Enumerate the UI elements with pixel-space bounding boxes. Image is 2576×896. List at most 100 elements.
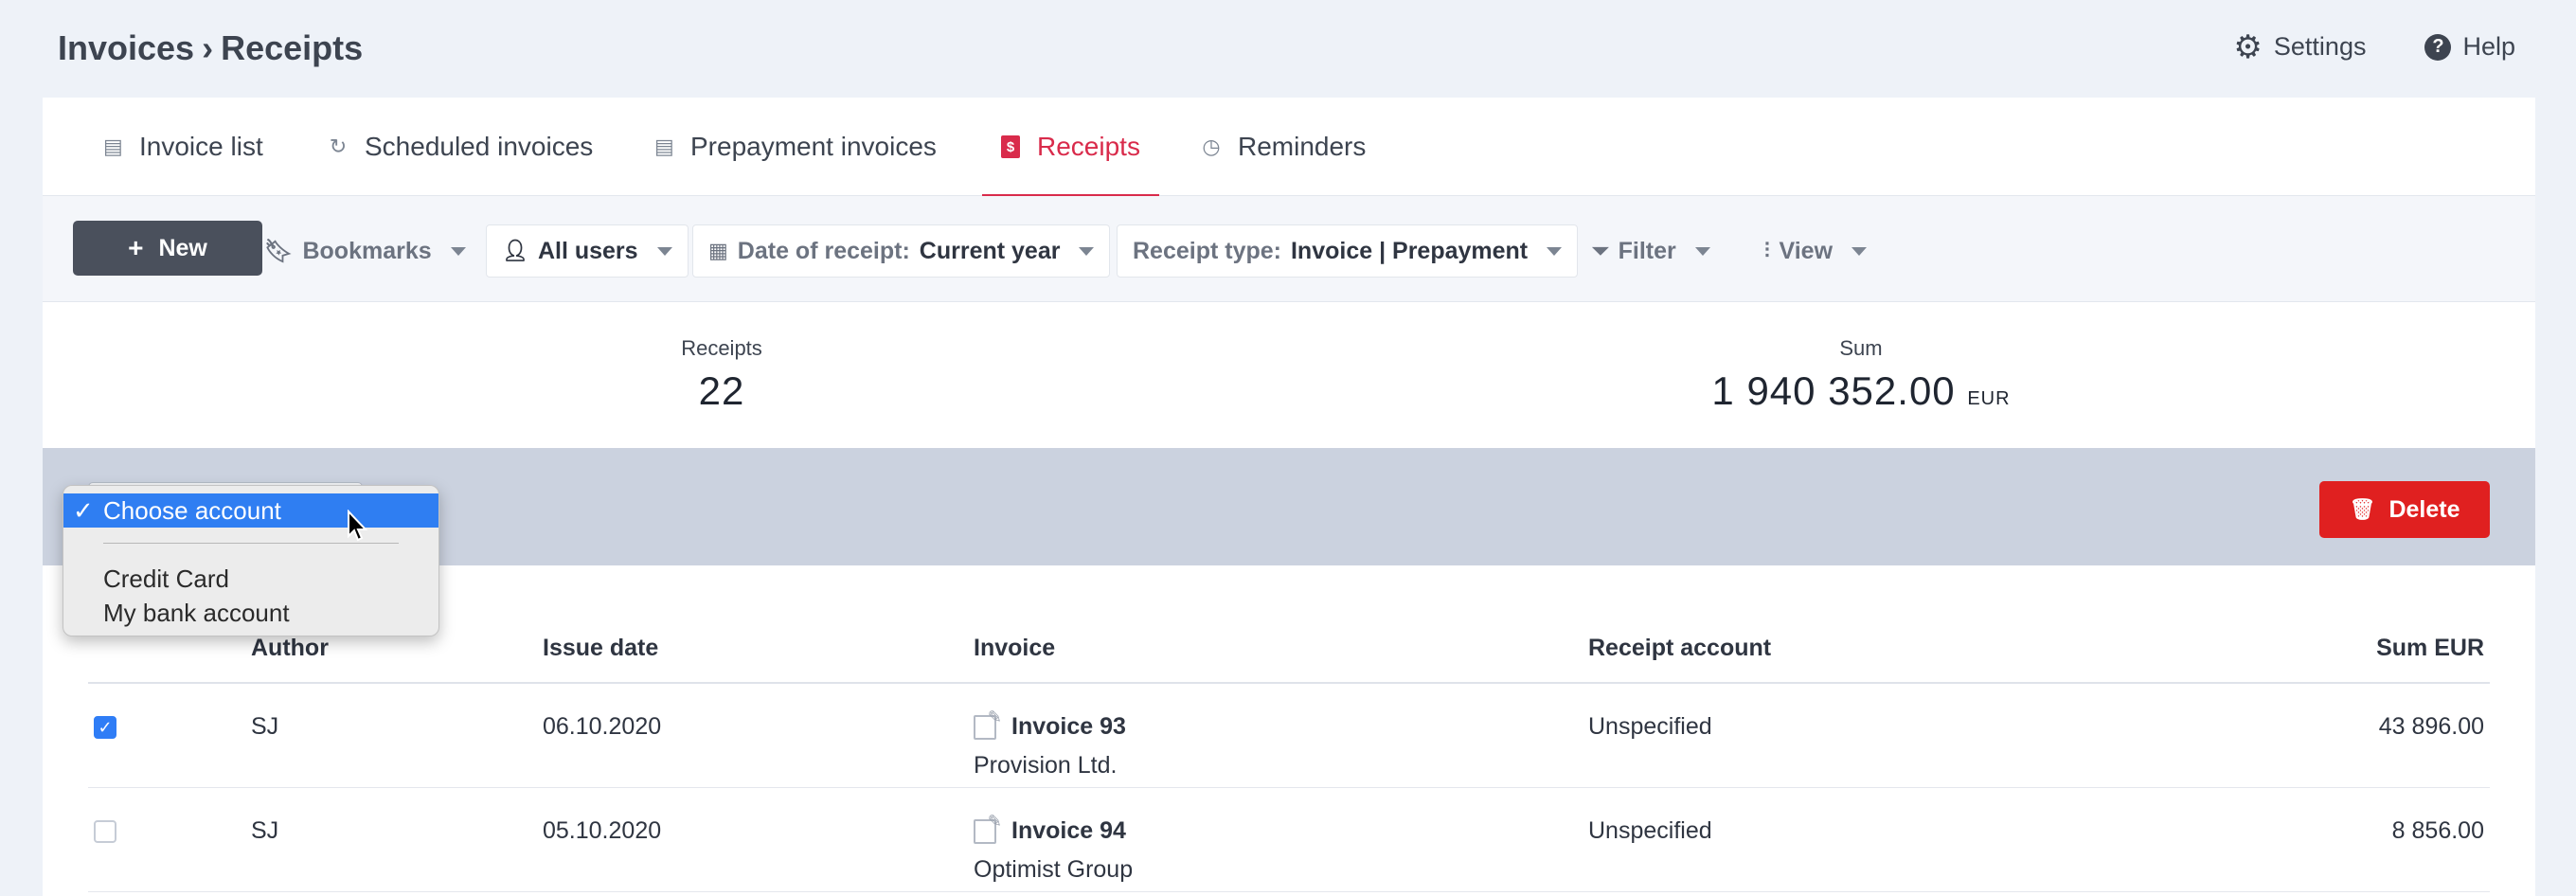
tab-label: Scheduled invoices — [365, 132, 594, 161]
cell-receipt-account: Unspecified — [1588, 817, 1712, 844]
breadcrumb-receipts: Receipts — [221, 28, 364, 67]
cell-invoice: Invoice 94 Optimist Group — [974, 812, 1133, 884]
calendar-icon: ▦ — [708, 239, 728, 262]
new-button[interactable]: + New — [73, 221, 262, 276]
receipts-count-stat: Receipts 22 — [636, 336, 807, 414]
chevron-down-icon — [450, 246, 466, 256]
users-dropdown[interactable]: 👤︎ All users — [486, 224, 689, 278]
sum-unit: EUR — [1967, 388, 2011, 409]
option-choose-account[interactable]: ✓ Choose account — [63, 493, 438, 528]
receipts-count-label: Receipts — [681, 336, 762, 360]
option-my-bank-account[interactable]: My bank account — [63, 596, 438, 630]
delete-button[interactable]: 🗑︎ Delete — [2319, 481, 2490, 538]
new-label: New — [158, 234, 207, 261]
cell-sum: 43 896.00 — [2378, 713, 2484, 740]
top-actions: ⚙ Settings ? Help — [2233, 28, 2515, 65]
row-checkbox[interactable] — [94, 820, 116, 843]
option-label: My bank account — [103, 598, 290, 627]
cell-receipt-account: Unspecified — [1588, 713, 1712, 740]
plus-icon: + — [128, 233, 144, 262]
cell-issue-date: 05.10.2020 — [543, 817, 662, 844]
invoice-list-icon: ▤ — [654, 134, 674, 158]
account-select-popup: ✓ Choose account Credit Card My bank acc… — [63, 485, 439, 636]
table-row[interactable]: ✓ SJ 06.10.2020 Invoice 93 Provision Ltd… — [88, 684, 2490, 788]
user-icon: 👤︎ — [502, 239, 528, 262]
bookmarks-dropdown[interactable]: 🔖︎ Bookmarks — [264, 224, 466, 278]
cell-author: SJ — [251, 713, 279, 740]
option-label: Credit Card — [103, 564, 229, 593]
help-button[interactable]: ? Help — [2424, 32, 2515, 62]
settings-button[interactable]: ⚙ Settings — [2233, 28, 2366, 65]
sum-value: 1 940 352.00 — [1711, 368, 1956, 413]
invoice-link[interactable]: Invoice 94 — [1011, 817, 1126, 845]
date-of-receipt-dropdown[interactable]: ▦ Date of receipt: Current year — [692, 224, 1111, 278]
tab-label: Reminders — [1238, 132, 1367, 161]
chevron-down-icon — [1079, 246, 1095, 256]
tab-scheduled-invoices[interactable]: ↻ Scheduled invoices — [329, 98, 594, 196]
trash-icon: 🗑︎ — [2349, 497, 2376, 521]
receipt-type-dropdown[interactable]: Receipt type: Invoice | Prepayment — [1117, 224, 1579, 278]
sliders-icon: ⫶ — [1764, 239, 1770, 262]
receipts-table: Author Issue date Invoice Receipt accoun… — [88, 614, 2490, 892]
filter-dropdown[interactable]: ⏷ Filter — [1592, 224, 1710, 278]
invoice-link[interactable]: Invoice 93 — [1011, 713, 1126, 741]
tab-reminders[interactable]: ◷ Reminders — [1202, 98, 1366, 196]
column-header-author[interactable]: Author — [251, 635, 329, 662]
refresh-icon: ↻ — [329, 134, 348, 158]
mouse-cursor-icon — [348, 510, 368, 542]
option-label: Choose account — [103, 495, 281, 525]
checkmark-icon: ✓ — [73, 495, 94, 525]
table-row[interactable]: SJ 05.10.2020 Invoice 94 Optimist Group … — [88, 788, 2490, 892]
cell-author: SJ — [251, 817, 279, 844]
breadcrumb-separator: › — [202, 28, 214, 67]
filter-icon: ⏷ — [1592, 239, 1609, 262]
column-header-receipt-account[interactable]: Receipt account — [1588, 635, 1771, 662]
bookmarks-label: Bookmarks — [302, 237, 432, 264]
row-checkbox[interactable]: ✓ — [94, 716, 116, 739]
cell-issue-date: 06.10.2020 — [543, 713, 662, 740]
sum-value-line: 1 940 352.00 EUR — [1709, 368, 2012, 414]
help-icon: ? — [2424, 33, 2452, 61]
option-credit-card[interactable]: Credit Card — [63, 562, 438, 596]
users-label: All users — [537, 237, 638, 264]
table-header: Author Issue date Invoice Receipt accoun… — [88, 614, 2490, 684]
sum-label: Sum — [1839, 336, 1883, 360]
column-header-issue-date[interactable]: Issue date — [543, 635, 658, 662]
tab-receipts[interactable]: $ Receipts — [982, 98, 1159, 197]
chevron-down-icon — [1547, 246, 1563, 256]
top-bar: Invoices › Receipts ⚙ Settings ? Help — [0, 0, 2576, 98]
clock-icon: ◷ — [1202, 134, 1221, 158]
summary-stats: Receipts 22 Sum 1 940 352.00 EUR — [43, 302, 2535, 448]
edit-document-icon[interactable] — [974, 708, 1002, 740]
cell-invoice: Invoice 93 Provision Ltd. — [974, 708, 1126, 780]
sum-stat: Sum 1 940 352.00 EUR — [1709, 336, 2012, 414]
receipts-count-value: 22 — [698, 368, 745, 413]
chevron-down-icon — [1694, 246, 1710, 256]
view-label: View — [1779, 237, 1834, 264]
chevron-down-icon — [656, 246, 672, 256]
edit-document-icon[interactable] — [974, 812, 1002, 844]
view-dropdown[interactable]: ⫶ View — [1764, 224, 1868, 278]
receipt-type-value: Invoice | Prepayment — [1290, 237, 1529, 264]
column-header-sum[interactable]: Sum EUR — [2376, 635, 2484, 662]
date-value: Current year — [919, 237, 1061, 264]
column-header-invoice[interactable]: Invoice — [974, 635, 1055, 662]
chevron-down-icon — [1852, 246, 1868, 256]
bookmark-icon: 🔖︎ — [264, 238, 294, 264]
breadcrumb-invoices[interactable]: Invoices — [58, 28, 194, 68]
toolbar: 🔖︎ Bookmarks 👤︎ All users ▦ Date of rece… — [43, 196, 2535, 302]
cell-sum: 8 856.00 — [2391, 817, 2484, 844]
receipt-icon: $ — [1001, 135, 1020, 158]
receipt-type-label: Receipt type: — [1133, 237, 1281, 264]
tab-label: Receipts — [1037, 132, 1140, 161]
gear-icon: ⚙ — [2233, 28, 2263, 65]
help-label: Help — [2462, 32, 2515, 61]
tab-invoice-list[interactable]: ▤ Invoice list — [103, 98, 263, 196]
date-label: Date of receipt: — [737, 237, 910, 264]
delete-label: Delete — [2388, 495, 2460, 523]
filter-label: Filter — [1618, 237, 1676, 264]
invoice-client: Provision Ltd. — [974, 752, 1118, 779]
tab-label: Invoice list — [139, 132, 263, 161]
tab-label: Prepayment invoices — [690, 132, 937, 161]
tab-prepayment-invoices[interactable]: ▤ Prepayment invoices — [654, 98, 937, 196]
